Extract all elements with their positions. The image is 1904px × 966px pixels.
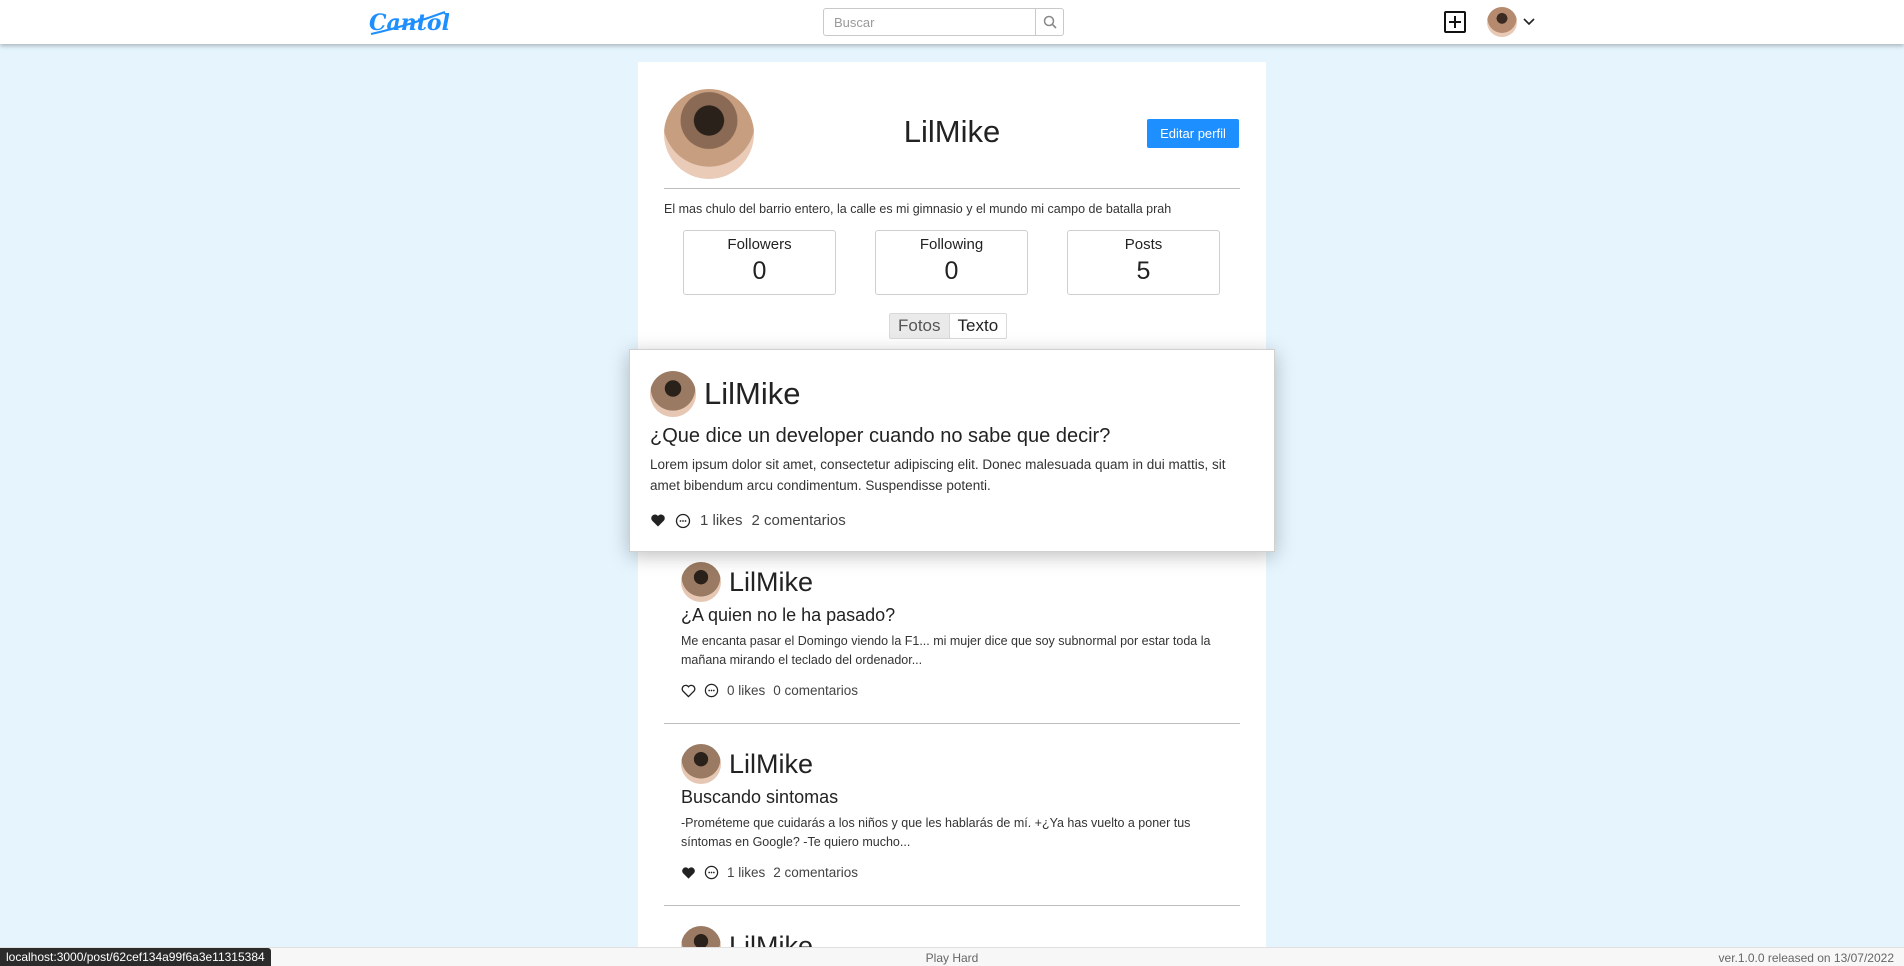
post-actions: 0 likes 0 comentarios — [681, 683, 1226, 698]
heart-outline-icon[interactable] — [681, 684, 696, 698]
chevron-down-icon — [1523, 18, 1535, 26]
post-title[interactable]: Buscando sintomas — [681, 787, 1226, 808]
tab-fotos[interactable]: Fotos — [890, 314, 949, 338]
avatar — [650, 371, 696, 417]
post-author[interactable]: LilMike — [729, 567, 813, 598]
comments-count[interactable]: 2 comentarios — [773, 865, 858, 880]
post-author[interactable]: LilMike — [704, 376, 800, 412]
post-body: -Prométeme que cuidarás a los niños y qu… — [681, 816, 1191, 849]
comment-icon[interactable] — [704, 865, 719, 880]
search-button[interactable] — [1035, 9, 1063, 35]
stat-value: 0 — [944, 257, 959, 285]
user-menu[interactable] — [1487, 7, 1535, 37]
comments-count[interactable]: 2 comentarios — [752, 512, 846, 529]
stat-followers[interactable]: Followers 0 — [683, 230, 836, 295]
post-item[interactable]: LilMike ¿A quien no le ha pasado? Me enc… — [681, 562, 1226, 698]
post-body: Me encanta pasar el Domingo viendo la F1… — [681, 634, 1211, 667]
post-title[interactable]: ¿Que dice un developer cuando no sabe qu… — [650, 425, 1254, 448]
comments-count[interactable]: 0 comentarios — [773, 683, 858, 698]
tab-texto[interactable]: Texto — [948, 314, 1007, 338]
avatar — [681, 562, 721, 602]
add-post-icon[interactable] — [1444, 11, 1466, 33]
likes-count: 1 likes — [727, 865, 766, 880]
stat-value: 5 — [1136, 257, 1151, 285]
comment-icon[interactable] — [704, 683, 719, 698]
divider — [664, 188, 1240, 189]
stat-label: Followers — [727, 236, 792, 253]
stat-label: Following — [919, 236, 984, 253]
profile-bio: El mas chulo del barrio entero, la calle… — [664, 202, 1172, 216]
top-navbar: Cantolik — [0, 0, 1904, 44]
likes-count: 1 likes — [700, 512, 743, 529]
post-author[interactable]: LilMike — [729, 749, 813, 780]
avatar — [1487, 7, 1517, 37]
content-tabs: Fotos Texto — [889, 313, 1008, 339]
footer: Play Hard ver.1.0.0 released on 13/07/20… — [0, 947, 1904, 966]
brand-logo[interactable]: Cantolik — [367, 4, 449, 40]
version-info: ver.1.0.0 released on 13/07/2022 — [1718, 951, 1894, 965]
heart-filled-icon[interactable] — [681, 866, 696, 880]
post-actions: 1 likes 2 comentarios — [681, 865, 1226, 880]
post-body: Lorem ipsum dolor sit amet, consectetur … — [650, 457, 1226, 493]
highlighted-post[interactable]: LilMike ¿Que dice un developer cuando no… — [629, 349, 1275, 552]
stat-posts[interactable]: Posts 5 — [1067, 230, 1220, 295]
divider — [664, 905, 1240, 906]
post-actions: 1 likes 2 comentarios — [650, 512, 1254, 529]
search-box — [823, 8, 1064, 36]
footer-tagline: Play Hard — [925, 951, 979, 965]
stat-following[interactable]: Following 0 — [875, 230, 1028, 295]
browser-status-url: localhost:3000/post/62cef134a99f6a3e1131… — [0, 948, 271, 966]
divider — [664, 723, 1240, 724]
search-input[interactable] — [824, 9, 1035, 35]
stat-label: Posts — [1124, 236, 1163, 253]
avatar — [681, 744, 721, 784]
post-title[interactable]: ¿A quien no le ha pasado? — [681, 605, 1226, 626]
heart-filled-icon[interactable] — [650, 513, 666, 528]
edit-profile-button[interactable]: Editar perfil — [1147, 119, 1239, 148]
stat-value: 0 — [752, 257, 767, 285]
likes-count: 0 likes — [727, 683, 766, 698]
comment-icon[interactable] — [675, 513, 691, 529]
search-icon — [1043, 15, 1057, 29]
post-item[interactable]: LilMike Buscando sintomas -Prométeme que… — [681, 744, 1226, 880]
